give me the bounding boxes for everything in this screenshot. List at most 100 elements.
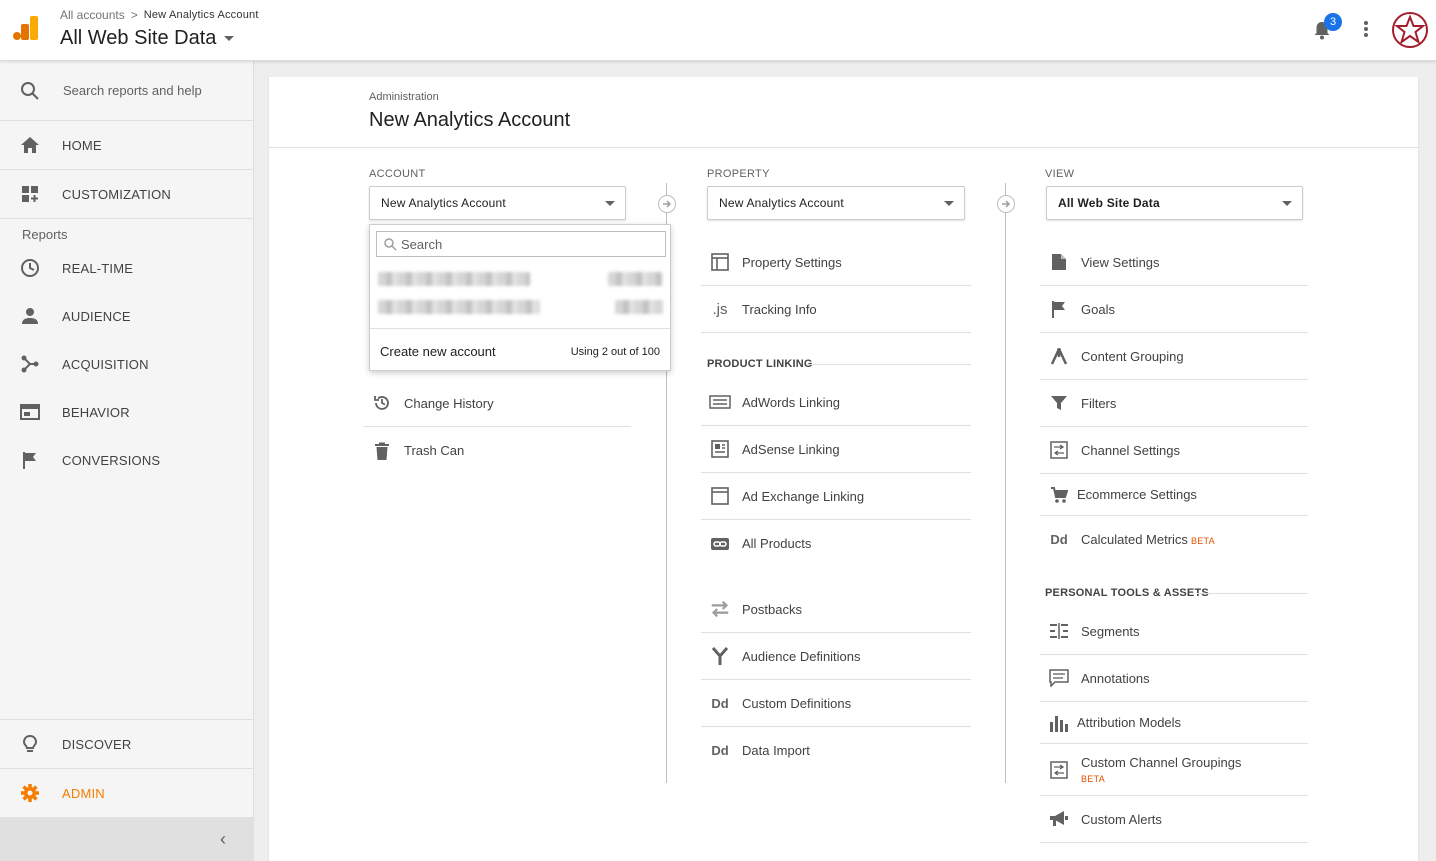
avatar[interactable]: [1392, 12, 1428, 48]
menu-item-label: Change History: [404, 395, 494, 411]
sidebar-item-discover[interactable]: DISCOVER: [0, 720, 254, 768]
link-icon: [709, 533, 731, 555]
audience-definitions-icon: [709, 645, 731, 667]
person-icon: [20, 306, 40, 326]
beta-badge: BETA: [1190, 536, 1215, 546]
beta-badge: BETA: [1081, 774, 1106, 784]
property-icon: [709, 251, 731, 273]
channel-settings-item[interactable]: Channel Settings: [1040, 427, 1308, 474]
analytics-logo-icon[interactable]: [12, 14, 40, 42]
property-selected-value: New Analytics Account: [719, 196, 844, 210]
dropdown-search-input[interactable]: [401, 235, 651, 253]
admin-label: Administration: [369, 91, 439, 103]
adsense-linking-item[interactable]: AdSense Linking: [701, 426, 971, 473]
menu-item-label: Custom Channel Groupings: [1081, 755, 1242, 770]
dropdown-search-box[interactable]: [376, 231, 666, 257]
sidebar-collapse-bar[interactable]: ‹: [0, 817, 254, 861]
section-divider: [1197, 593, 1308, 594]
sidebar-item-label: CONVERSIONS: [62, 452, 161, 468]
search-icon: [21, 82, 39, 100]
postbacks-item[interactable]: Postbacks: [701, 586, 971, 633]
sidebar-item-label: AUDIENCE: [62, 308, 131, 324]
home-icon: [20, 135, 40, 155]
sidebar-item-audience[interactable]: AUDIENCE: [0, 292, 254, 340]
annotations-item[interactable]: Annotations: [1040, 655, 1308, 702]
clock-icon: [20, 258, 40, 278]
filters-item[interactable]: Filters: [1040, 380, 1308, 427]
sidebar-item-acquisition[interactable]: ACQUISITION: [0, 340, 254, 388]
divider: [370, 328, 670, 329]
breadcrumb: All accounts > New Analytics Account: [60, 8, 259, 22]
arrow-right-icon: [997, 195, 1015, 213]
adwords-linking-item[interactable]: AdWords Linking: [701, 379, 971, 426]
tracking-info-item[interactable]: .js Tracking Info: [701, 286, 971, 333]
audience-definitions-item[interactable]: Audience Definitions: [701, 633, 971, 680]
sidebar-item-customization[interactable]: CUSTOMIZATION: [0, 170, 254, 218]
dashboard-icon: [20, 184, 40, 204]
sidebar-item-behavior[interactable]: BEHAVIOR: [0, 388, 254, 436]
property-selector[interactable]: New Analytics Account: [707, 186, 965, 220]
section-divider: [806, 364, 971, 365]
view-selector-dropdown[interactable]: All Web Site Data: [1046, 186, 1303, 220]
menu-item-label: Annotations: [1081, 670, 1150, 686]
sidebar-item-realtime[interactable]: REAL-TIME: [0, 244, 254, 292]
redacted-account-name[interactable]: [378, 272, 530, 286]
change-history-item[interactable]: Change History: [363, 380, 631, 427]
attribution-models-item[interactable]: Attribution Models: [1040, 702, 1308, 744]
trash-icon: [371, 440, 393, 462]
view-selector[interactable]: All Web Site Data: [60, 27, 235, 50]
account-selector[interactable]: New Analytics Account: [369, 186, 626, 220]
view-settings-item[interactable]: View Settings: [1040, 239, 1308, 286]
sidebar-item-label: REAL-TIME: [62, 260, 134, 276]
chevron-down-icon: [1282, 201, 1292, 206]
cart-icon: [1048, 484, 1070, 506]
adwords-icon: [709, 391, 731, 413]
property-column-label: PROPERTY: [707, 168, 770, 180]
admin-panel: Administration New Analytics Account ACC…: [269, 77, 1418, 861]
trash-can-item[interactable]: Trash Can: [363, 427, 631, 474]
chevron-down-icon: [224, 36, 235, 41]
redacted-account-name[interactable]: [378, 300, 540, 314]
view-selected-value: All Web Site Data: [1058, 196, 1160, 210]
flag-icon: [1048, 298, 1070, 320]
data-import-item[interactable]: Dd Data Import: [701, 727, 971, 774]
custom-definitions-item[interactable]: Dd Custom Definitions: [701, 680, 971, 727]
calculated-metrics-item[interactable]: Dd Calculated Metrics BETA: [1040, 516, 1308, 563]
ad-exchange-linking-item[interactable]: Ad Exchange Linking: [701, 473, 971, 520]
dd-icon: Dd: [1050, 532, 1068, 547]
filter-icon: [1048, 392, 1070, 414]
sidebar-item-label: CUSTOMIZATION: [62, 186, 172, 202]
avatar-star-icon: [1394, 14, 1426, 45]
gear-icon: [20, 783, 40, 803]
custom-channel-groupings-item[interactable]: Custom Channel Groupings BETA: [1040, 744, 1308, 796]
sidebar-search[interactable]: Search reports and help: [0, 61, 254, 121]
document-icon: [1048, 251, 1070, 273]
content-grouping-item[interactable]: Content Grouping: [1040, 333, 1308, 380]
custom-alerts-item[interactable]: Custom Alerts: [1040, 796, 1308, 843]
segments-icon: [1048, 620, 1070, 642]
sidebar-item-admin[interactable]: ADMIN: [0, 769, 254, 817]
menu-item-label: Custom Definitions: [742, 695, 852, 711]
more-options-icon[interactable]: [1360, 19, 1372, 39]
account-column-label: ACCOUNT: [369, 168, 426, 180]
chevron-down-icon: [944, 201, 954, 206]
lightbulb-icon: [20, 734, 40, 754]
chevron-left-icon[interactable]: ‹: [220, 829, 226, 850]
property-settings-item[interactable]: Property Settings: [701, 239, 971, 286]
all-products-item[interactable]: All Products: [701, 520, 971, 567]
ecommerce-settings-item[interactable]: Ecommerce Settings: [1040, 474, 1308, 516]
calculated-metrics-label: Calculated Metrics: [1081, 532, 1188, 547]
menu-item-label: All Products: [742, 536, 812, 551]
sidebar-item-home[interactable]: HOME: [0, 121, 254, 169]
goals-item[interactable]: Goals: [1040, 286, 1308, 333]
menu-item-label: Content Grouping: [1081, 348, 1184, 364]
create-new-account-link[interactable]: Create new account: [380, 344, 496, 359]
channel-grouping-icon: [1048, 759, 1070, 781]
megaphone-icon: [1048, 808, 1070, 830]
breadcrumb-current-account[interactable]: New Analytics Account: [144, 9, 259, 21]
sidebar-item-conversions[interactable]: CONVERSIONS: [0, 436, 254, 484]
segments-item[interactable]: Segments: [1040, 608, 1308, 655]
breadcrumb-all-accounts[interactable]: All accounts: [60, 8, 125, 22]
panel-header: Administration New Analytics Account: [269, 77, 1418, 148]
top-bar: All accounts > New Analytics Account All…: [0, 0, 1436, 61]
